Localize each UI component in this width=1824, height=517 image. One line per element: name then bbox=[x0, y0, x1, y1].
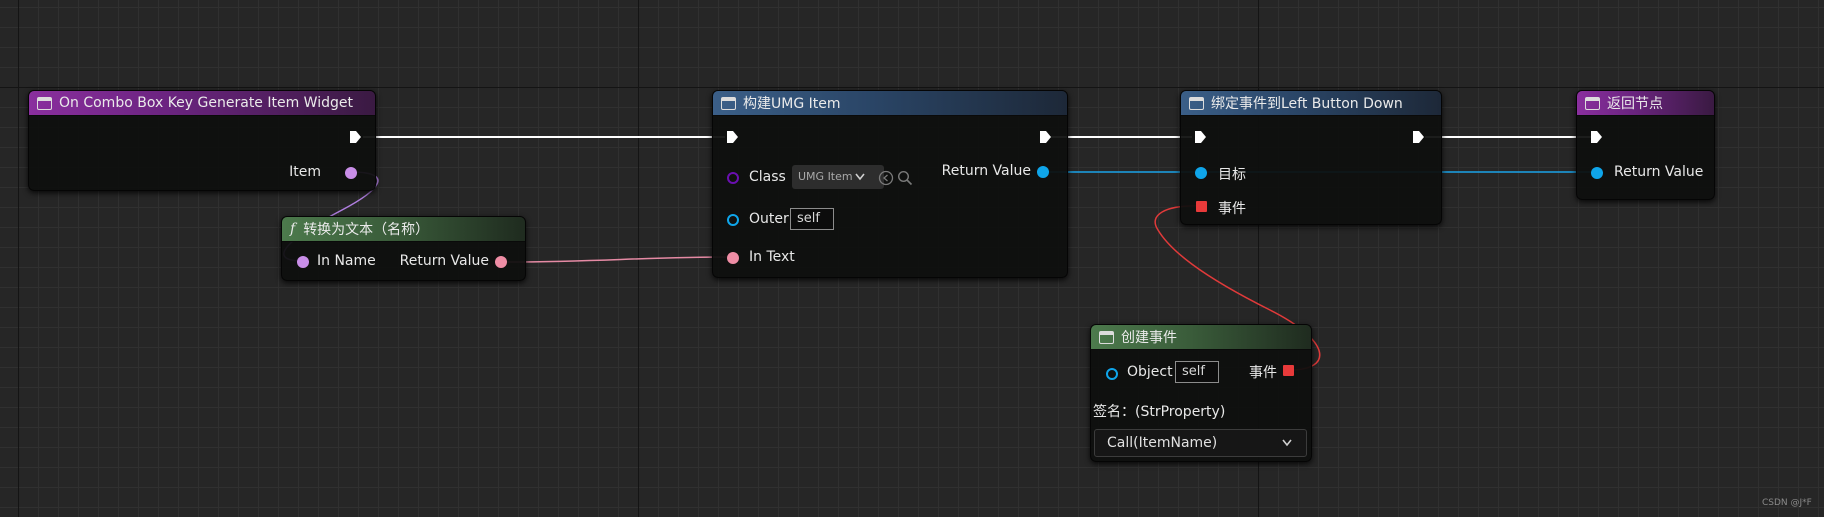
text-wire-return-to-in-text bbox=[501, 256, 734, 263]
return-value-output-pin[interactable] bbox=[495, 256, 507, 268]
event-input-pin[interactable] bbox=[1196, 201, 1207, 212]
outer-pin-label: Outer bbox=[749, 211, 789, 227]
exec-output-pin[interactable] bbox=[1039, 130, 1052, 144]
function-icon bbox=[37, 96, 52, 110]
class-select[interactable]: UMG Item bbox=[792, 165, 884, 189]
create-widget-title: 构建UMG Item bbox=[743, 96, 841, 112]
browse-asset-search-icon[interactable] bbox=[897, 170, 913, 186]
object-value-text: self bbox=[1182, 364, 1205, 379]
create-widget-header[interactable]: 构建UMG Item bbox=[713, 91, 1067, 116]
return-value-input-pin[interactable] bbox=[1591, 167, 1603, 179]
on-combo-event-node[interactable]: On Combo Box Key Generate Item Widget It… bbox=[28, 90, 376, 191]
f-function-icon: f bbox=[290, 221, 296, 237]
bind-event-node[interactable]: 绑定事件到Left Button Down 目标 事件 bbox=[1180, 90, 1442, 225]
return-node[interactable]: 返回节点 Return Value bbox=[1576, 90, 1715, 200]
convert-to-text-header[interactable]: f 转换为文本（名称） bbox=[282, 217, 525, 242]
function-icon bbox=[1585, 96, 1600, 110]
exec-output-pin[interactable] bbox=[1412, 130, 1425, 144]
function-icon bbox=[1099, 330, 1114, 344]
on-combo-event-header[interactable]: On Combo Box Key Generate Item Widget bbox=[29, 91, 375, 116]
function-select-value: Call(ItemName) bbox=[1107, 435, 1218, 451]
event-output-pin[interactable] bbox=[1283, 365, 1294, 376]
create-return-value-label: Return Value bbox=[941, 163, 1031, 179]
convert-to-text-title: 转换为文本（名称） bbox=[303, 222, 430, 238]
function-icon bbox=[721, 96, 736, 110]
function-icon bbox=[1189, 96, 1204, 110]
object-input-pin[interactable] bbox=[1106, 368, 1118, 380]
object-value-field[interactable]: self bbox=[1175, 361, 1219, 383]
chevron-down-icon bbox=[1282, 439, 1292, 447]
outer-value-text: self bbox=[797, 211, 820, 226]
class-select-value: UMG Item bbox=[798, 170, 853, 183]
chevron-down-icon bbox=[855, 173, 865, 181]
class-input-pin[interactable] bbox=[727, 172, 739, 184]
exec-input-pin[interactable] bbox=[1590, 130, 1603, 144]
signature-label: 签名：(StrProperty) bbox=[1093, 404, 1226, 420]
in-text-input-pin[interactable] bbox=[727, 252, 739, 264]
on-combo-event-title: On Combo Box Key Generate Item Widget bbox=[59, 95, 353, 111]
return-value-pin-label: Return Value bbox=[399, 253, 489, 269]
outer-value-field[interactable]: self bbox=[790, 208, 834, 230]
exec-output-pin[interactable] bbox=[349, 130, 362, 144]
event-pin-label: 事件 bbox=[1218, 201, 1246, 217]
bind-event-title: 绑定事件到Left Button Down bbox=[1211, 96, 1403, 112]
bind-event-header[interactable]: 绑定事件到Left Button Down bbox=[1181, 91, 1441, 116]
item-pin-label: Item bbox=[289, 164, 321, 180]
class-pin-label: Class bbox=[749, 169, 786, 185]
event-output-label: 事件 bbox=[1249, 365, 1277, 381]
item-output-pin[interactable] bbox=[345, 167, 357, 179]
create-event-header[interactable]: 创建事件 bbox=[1091, 325, 1311, 350]
return-node-header[interactable]: 返回节点 bbox=[1577, 91, 1714, 116]
exec-input-pin[interactable] bbox=[1194, 130, 1207, 144]
convert-to-text-node[interactable]: f 转换为文本（名称） In Name Return Value bbox=[281, 216, 526, 281]
in-name-pin-label: In Name bbox=[317, 253, 376, 269]
object-pin-label: Object bbox=[1127, 364, 1173, 380]
return-node-title: 返回节点 bbox=[1607, 96, 1663, 112]
create-widget-node[interactable]: 构建UMG Item Class UMG Item Return Value O… bbox=[712, 90, 1068, 278]
target-pin-label: 目标 bbox=[1218, 167, 1246, 183]
function-select-dropdown[interactable]: Call(ItemName) bbox=[1094, 429, 1307, 457]
in-name-input-pin[interactable] bbox=[297, 256, 309, 268]
outer-input-pin[interactable] bbox=[727, 214, 739, 226]
watermark: CSDN @J*F bbox=[1762, 498, 1812, 508]
use-selected-asset-icon[interactable] bbox=[878, 170, 894, 186]
target-input-pin[interactable] bbox=[1195, 167, 1207, 179]
create-event-title: 创建事件 bbox=[1121, 330, 1177, 346]
return-value-pin-label: Return Value bbox=[1614, 164, 1704, 180]
exec-input-pin[interactable] bbox=[726, 130, 739, 144]
create-return-value-output-pin[interactable] bbox=[1037, 166, 1049, 178]
in-text-pin-label: In Text bbox=[749, 249, 795, 265]
create-event-node[interactable]: 创建事件 Object self 事件 签名：(StrProperty) Cal… bbox=[1090, 324, 1312, 462]
